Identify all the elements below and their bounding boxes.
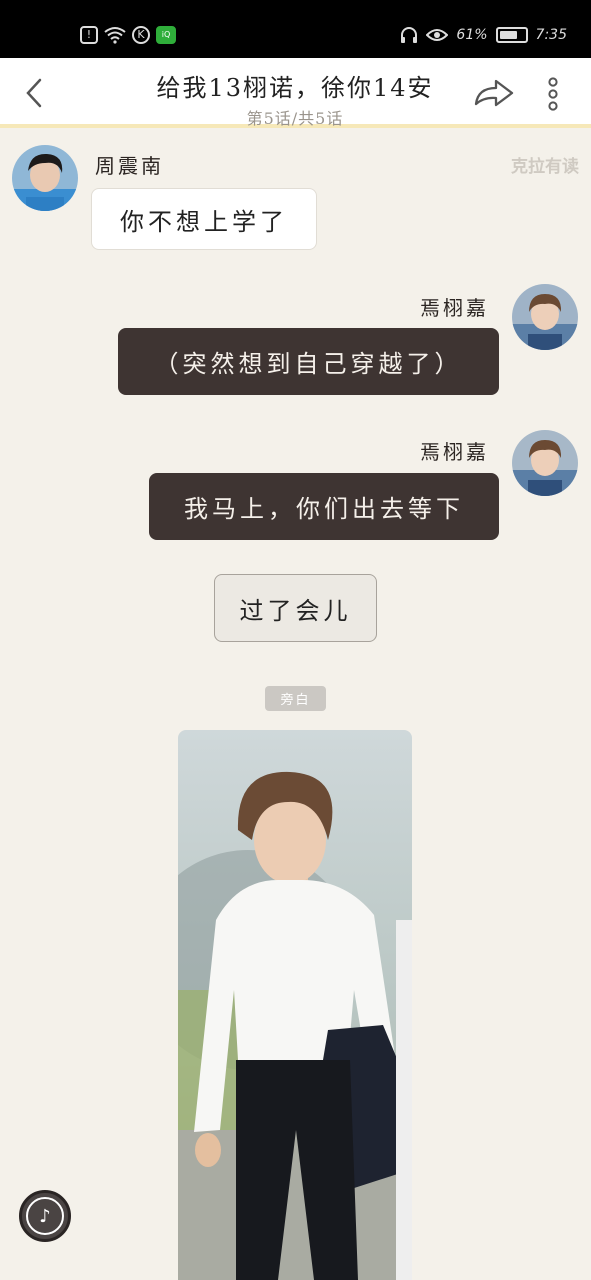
iqiyi-icon: iQ bbox=[156, 26, 176, 44]
avatar[interactable] bbox=[512, 430, 578, 496]
narration-box: 过了会儿 bbox=[214, 574, 377, 642]
music-note-icon: ♪ bbox=[26, 1197, 64, 1235]
story-photo bbox=[178, 730, 412, 1280]
page-title: 给我13栩诺，徐你14安 bbox=[156, 74, 434, 102]
more-vertical-icon bbox=[548, 77, 558, 111]
speaker-name: 周震南 bbox=[95, 154, 164, 178]
eye-icon bbox=[426, 29, 449, 41]
more-button[interactable] bbox=[540, 74, 566, 114]
speaker-name: 焉栩嘉 bbox=[420, 296, 489, 320]
message-bubble: 你不想上学了 bbox=[91, 188, 317, 250]
status-bar: ! K iQ 61% 7:35 bbox=[0, 0, 591, 58]
message-bubble: 我马上，你们出去等下 bbox=[149, 473, 499, 540]
chapter-header: 给我13栩诺，徐你14安 第5话/共5话 bbox=[0, 58, 591, 128]
chevron-left-icon bbox=[26, 78, 42, 108]
status-icons-left: ! K iQ bbox=[80, 26, 176, 44]
share-button[interactable] bbox=[472, 76, 516, 110]
avatar[interactable] bbox=[512, 284, 578, 350]
wifi-icon bbox=[104, 27, 126, 44]
avatar-photo bbox=[512, 284, 578, 350]
clock: 7:35 bbox=[535, 27, 567, 43]
back-button[interactable] bbox=[20, 76, 50, 110]
k-icon: K bbox=[132, 26, 150, 44]
battery-percent: 61% bbox=[456, 27, 488, 43]
share-arrow-icon bbox=[474, 79, 514, 107]
avatar[interactable] bbox=[12, 145, 78, 211]
watermark: 克拉有读 bbox=[511, 157, 579, 177]
music-button[interactable]: ♪ bbox=[19, 1190, 71, 1242]
speaker-name: 焉栩嘉 bbox=[420, 440, 489, 464]
battery-icon bbox=[495, 27, 528, 43]
alert-icon: ! bbox=[80, 26, 98, 44]
status-icons-right: 61% 7:35 bbox=[400, 26, 567, 44]
chapter-progress: 第5话/共5话 bbox=[246, 109, 344, 128]
avatar-photo bbox=[12, 145, 78, 211]
avatar-photo bbox=[512, 430, 578, 496]
message-bubble: （突然想到自己穿越了） bbox=[118, 328, 499, 395]
aside-label: 旁白 bbox=[265, 686, 326, 711]
headset-icon bbox=[401, 27, 418, 43]
